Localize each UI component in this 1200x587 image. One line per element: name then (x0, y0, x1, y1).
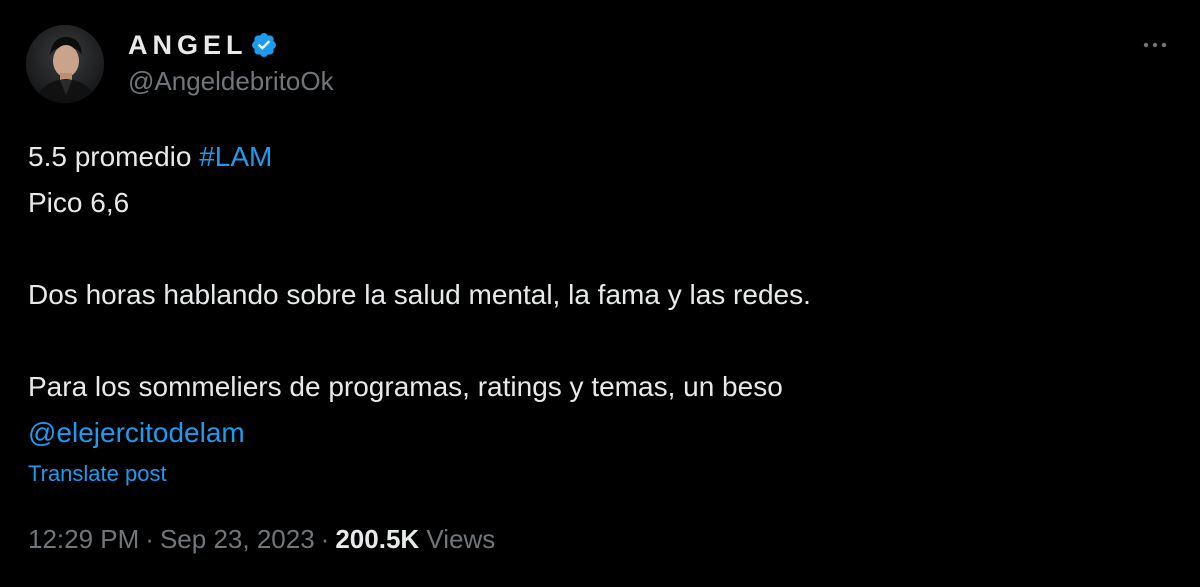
post-line-3: Dos horas hablando sobre la salud mental… (28, 279, 811, 310)
post-date[interactable]: Sep 23, 2023 (160, 524, 315, 554)
author-handle[interactable]: @AngeldebritoOk (128, 66, 334, 97)
mention-link-text[interactable]: @elejercitodelam (28, 417, 245, 448)
post-meta: 12:29 PM · Sep 23, 2023 · 200.5K Views (28, 524, 495, 555)
avatar[interactable] (26, 25, 104, 103)
meta-separator: · (320, 524, 330, 554)
more-options-icon[interactable] (1138, 33, 1174, 57)
tweet-card: ANGEL @AngeldebritoOk 5.5 promedio #LAM … (0, 0, 1200, 587)
verified-badge-icon (250, 31, 278, 59)
post-line-1: 5.5 promedio #LAM (28, 134, 811, 180)
post-text: 5.5 promedio #LAM Pico 6,6 Dos horas hab… (28, 134, 811, 456)
meta-separator: · (145, 524, 154, 554)
author-name-row[interactable]: ANGEL (128, 27, 278, 63)
translate-post-link[interactable]: Translate post (28, 461, 167, 487)
post-line-1-text: 5.5 promedio (28, 141, 200, 172)
views-count: 200.5K (335, 524, 420, 554)
post-line-4: Para los sommeliers de programas, rating… (28, 371, 783, 402)
post-line-2: Pico 6,6 (28, 187, 130, 218)
mention-link[interactable]: @elejercitodelam (28, 410, 811, 456)
display-name[interactable]: ANGEL (128, 30, 248, 61)
post-time[interactable]: 12:29 PM (28, 524, 139, 554)
hashtag-link[interactable]: #LAM (199, 141, 272, 172)
views-label: Views (426, 524, 496, 554)
